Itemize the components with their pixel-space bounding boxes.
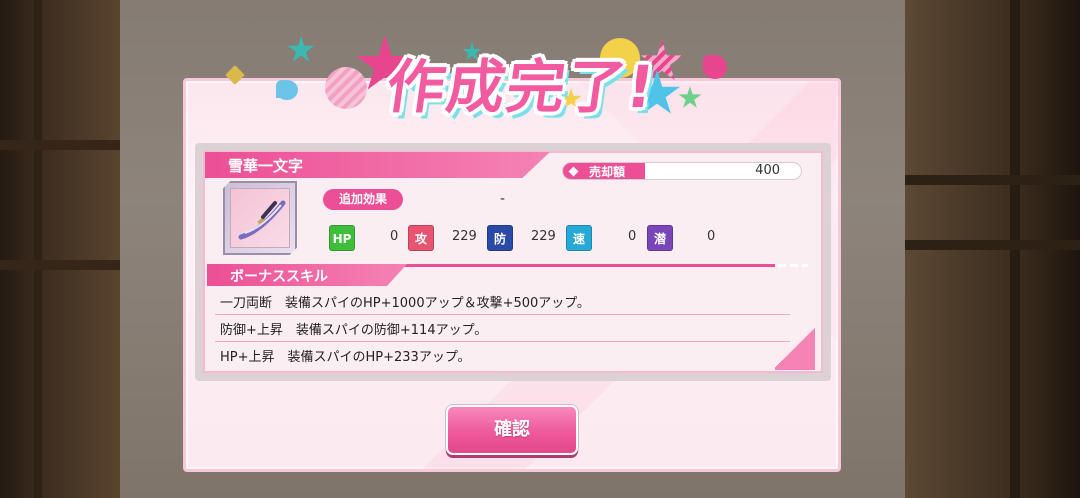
hp-stat-icon: HP: [329, 225, 355, 251]
additional-effect-value: -: [500, 191, 506, 207]
attack-stat-icon: 攻: [408, 225, 434, 251]
skill-row: HP+上昇 装備スパイのHP+233アップ。: [220, 350, 471, 365]
divider-line: [380, 264, 775, 267]
skill-row: 一刀両断 装備スパイのHP+1000アップ＆攻撃+500アップ。: [220, 296, 590, 311]
skill-divider: [215, 314, 790, 315]
speed-stat-icon: 速: [566, 225, 592, 251]
skill-row: 防御+上昇 装備スパイの防御+114アップ。: [220, 323, 488, 338]
skill-divider: [215, 341, 790, 342]
item-name: 雪華一文字: [228, 157, 304, 175]
corner-decoration: [775, 325, 815, 370]
speed-stat-value: 0: [628, 229, 637, 244]
weapon-icon: [230, 188, 290, 248]
sale-value: 400: [755, 163, 780, 178]
attack-stat-value: 229: [452, 229, 477, 244]
sale-label: 売却額: [589, 165, 626, 179]
confirm-button[interactable]: 確認: [446, 405, 578, 455]
potential-stat-icon: 潜: [647, 225, 673, 251]
additional-effect-label: 追加効果: [323, 189, 403, 210]
divider-dots: [778, 264, 808, 267]
katana-icon: [238, 200, 286, 240]
defense-stat-value: 229: [531, 229, 556, 244]
hp-stat-value: 0: [390, 229, 399, 244]
bonus-skill-title: ボーナススキル: [230, 269, 328, 285]
defense-stat-icon: 防: [487, 225, 513, 251]
potential-stat-value: 0: [707, 229, 716, 244]
